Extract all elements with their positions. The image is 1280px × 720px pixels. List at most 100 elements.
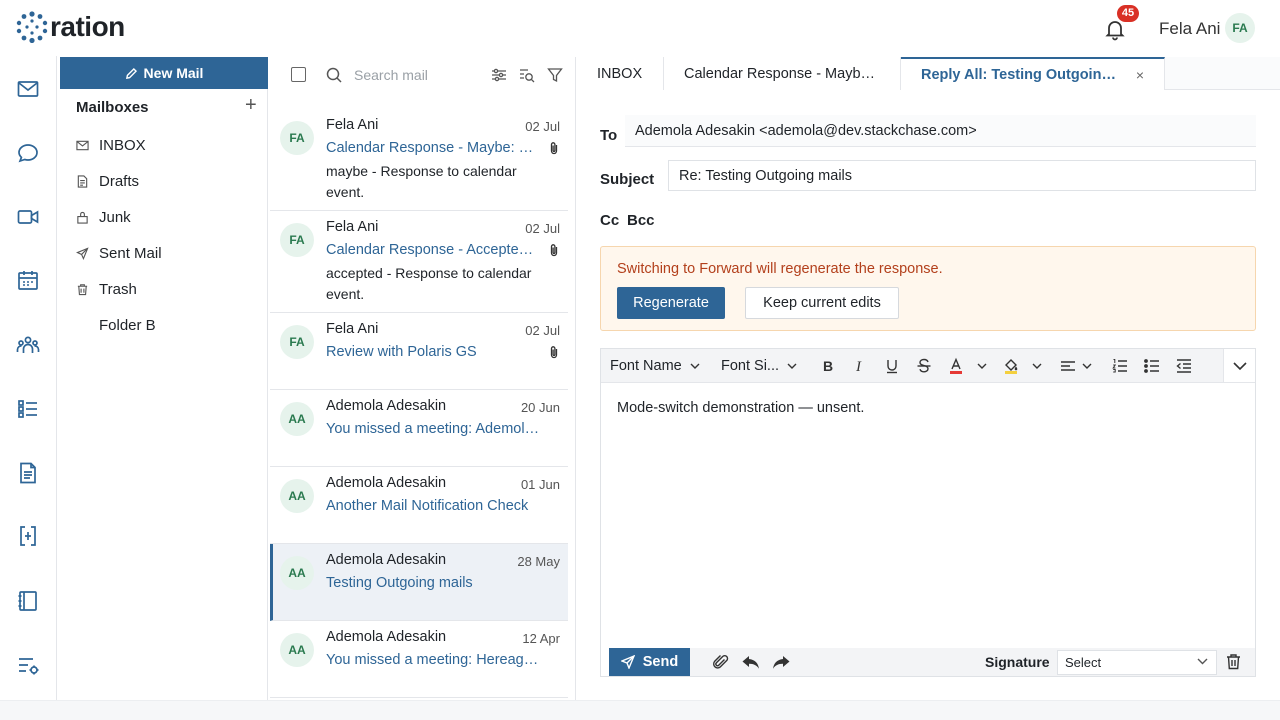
signature-value: Select xyxy=(1065,655,1102,670)
trash-icon xyxy=(77,283,88,295)
chevron-down-icon xyxy=(787,363,797,369)
chevron-down-icon xyxy=(690,363,700,369)
svg-text:B: B xyxy=(823,358,833,374)
italic-icon[interactable]: I xyxy=(851,357,869,375)
forward-icon[interactable] xyxy=(771,653,791,671)
mail-row[interactable]: FA Fela Ani 02 Jul Calendar Response - M… xyxy=(270,109,568,211)
font-size-dropdown[interactable]: Font Si... xyxy=(721,358,797,374)
document-icon[interactable] xyxy=(16,461,40,485)
trash-icon[interactable] xyxy=(1226,653,1241,670)
add-mailbox-button[interactable]: + xyxy=(245,95,257,115)
numbered-list-icon[interactable] xyxy=(1111,357,1129,375)
mailbox-item-sent[interactable]: Sent Mail xyxy=(76,241,162,265)
calendar-icon[interactable] xyxy=(16,268,40,292)
mail-icon[interactable] xyxy=(16,77,40,101)
mail-row[interactable]: AA Ademola Adesakin 12 Apr You missed a … xyxy=(270,621,568,698)
mail-preview: accepted - Response to calendar event. xyxy=(326,265,532,302)
mailbox-item-inbox[interactable]: INBOX xyxy=(76,133,146,157)
mailbox-label: Drafts xyxy=(99,172,140,190)
chat-icon[interactable] xyxy=(16,141,40,165)
mailbox-item-junk[interactable]: Junk xyxy=(76,205,131,229)
attachment-icon[interactable] xyxy=(712,653,730,671)
mail-row[interactable]: FA Fela Ani 02 Jul Review with Polaris G… xyxy=(270,313,568,390)
app-logo[interactable]: ration xyxy=(16,11,125,43)
compose-footer: Send Signature Select xyxy=(609,648,1255,676)
mail-icon xyxy=(76,140,89,150)
funnel-icon[interactable] xyxy=(547,67,563,83)
mail-sender: Fela Ani xyxy=(326,117,379,133)
sender-avatar: FA xyxy=(280,325,314,359)
tab-label: Calendar Response - Maybe: Re: Testing xyxy=(684,65,880,82)
send-button[interactable]: Send xyxy=(609,648,690,676)
mail-subject: Testing Outgoing mails xyxy=(326,575,473,591)
video-icon[interactable] xyxy=(16,205,40,229)
advanced-search-icon[interactable] xyxy=(519,67,535,83)
pencil-icon xyxy=(125,67,137,79)
mail-subject: You missed a meeting: Ademola's meeting xyxy=(326,421,540,437)
top-bar: ration 45 Fela Ani FA xyxy=(0,0,1280,56)
bullet-list-icon[interactable] xyxy=(1143,357,1161,375)
underline-icon[interactable] xyxy=(883,357,901,375)
outdent-icon[interactable] xyxy=(1175,357,1193,375)
tab-calendar-response[interactable]: Calendar Response - Maybe: Re: Testing xyxy=(664,57,901,90)
mail-row[interactable]: AA Ademola Adesakin 01 Jun Another Mail … xyxy=(270,467,568,544)
bold-icon[interactable]: B xyxy=(819,357,837,375)
strikethrough-icon[interactable] xyxy=(915,357,933,375)
user-avatar[interactable]: FA xyxy=(1225,13,1255,43)
notebook-icon[interactable] xyxy=(16,589,40,613)
tasks-icon[interactable] xyxy=(16,397,40,421)
settings-list-icon[interactable] xyxy=(16,654,40,678)
filter-sliders-icon[interactable] xyxy=(491,67,507,83)
search-input[interactable] xyxy=(354,64,474,86)
editor-toolbar: Font Name Font Si... B I xyxy=(601,349,1255,383)
cc-toggle[interactable]: Cc xyxy=(600,212,619,229)
paperclip-icon xyxy=(550,142,558,155)
chevron-down-icon[interactable] xyxy=(976,357,988,375)
send-icon xyxy=(76,246,89,260)
new-mail-button[interactable]: New Mail xyxy=(60,57,268,89)
mailbox-item-trash[interactable]: Trash xyxy=(76,277,137,301)
editor-body[interactable]: Mode-switch demonstration — unsent. xyxy=(617,400,864,416)
keep-edits-button[interactable]: Keep current edits xyxy=(745,287,899,319)
align-left-icon[interactable] xyxy=(1059,357,1077,375)
regenerate-button[interactable]: Regenerate xyxy=(617,287,725,319)
mail-sender: Fela Ani xyxy=(326,321,379,337)
sender-avatar: FA xyxy=(280,223,314,257)
tab-reply-all[interactable]: Reply All: Testing Outgoing mails × xyxy=(901,57,1165,90)
mail-sender: Ademola Adesakin xyxy=(326,475,447,491)
highlight-color-icon[interactable] xyxy=(1002,357,1020,375)
paperclip-icon xyxy=(550,244,558,257)
mail-date: 02 Jul xyxy=(525,119,560,134)
mail-date: 02 Jul xyxy=(525,323,560,338)
tab-inbox[interactable]: INBOX xyxy=(577,57,664,90)
font-name-dropdown[interactable]: Font Name xyxy=(610,358,700,374)
sender-avatar: AA xyxy=(280,402,314,436)
people-icon[interactable] xyxy=(16,333,40,357)
reply-icon[interactable] xyxy=(741,653,761,671)
sender-avatar: AA xyxy=(280,556,314,590)
mail-row[interactable]: FA Fela Ani 02 Jul Calendar Response - A… xyxy=(270,211,568,313)
to-field[interactable]: Ademola Adesakin <ademola@dev.stackchase… xyxy=(625,115,1256,147)
user-name[interactable]: Fela Ani xyxy=(1159,19,1220,39)
bcc-toggle[interactable]: Bcc xyxy=(627,212,655,229)
mail-row[interactable]: AA Ademola Adesakin 20 Jun You missed a … xyxy=(270,390,568,467)
signature-select[interactable]: Select xyxy=(1057,650,1217,675)
chevron-down-icon[interactable] xyxy=(1081,357,1093,375)
mail-list-pane: FA Fela Ani 02 Jul Calendar Response - M… xyxy=(270,57,576,700)
workflow-icon[interactable] xyxy=(16,524,40,548)
subject-field[interactable]: Re: Testing Outgoing mails xyxy=(668,160,1256,191)
select-all-checkbox[interactable] xyxy=(291,67,306,82)
notice-text: Switching to Forward will regenerate the… xyxy=(617,261,943,277)
mail-date: 01 Jun xyxy=(520,477,560,492)
mail-preview: maybe - Response to calendar event. xyxy=(326,163,517,200)
chevron-down-icon[interactable] xyxy=(1031,357,1043,375)
mail-list: FA Fela Ani 02 Jul Calendar Response - M… xyxy=(270,109,568,698)
mailbox-item-drafts[interactable]: Drafts xyxy=(76,169,139,193)
more-tools-button[interactable] xyxy=(1223,349,1255,382)
font-color-icon[interactable] xyxy=(947,357,965,375)
app-rail xyxy=(0,56,57,720)
mail-row-selected[interactable]: AA Ademola Adesakin 28 May Testing Outgo… xyxy=(270,544,568,621)
mail-date: 02 Jul xyxy=(525,221,560,236)
mailbox-item-folder-b[interactable]: Folder B xyxy=(99,313,156,337)
close-icon[interactable]: × xyxy=(1136,67,1144,83)
